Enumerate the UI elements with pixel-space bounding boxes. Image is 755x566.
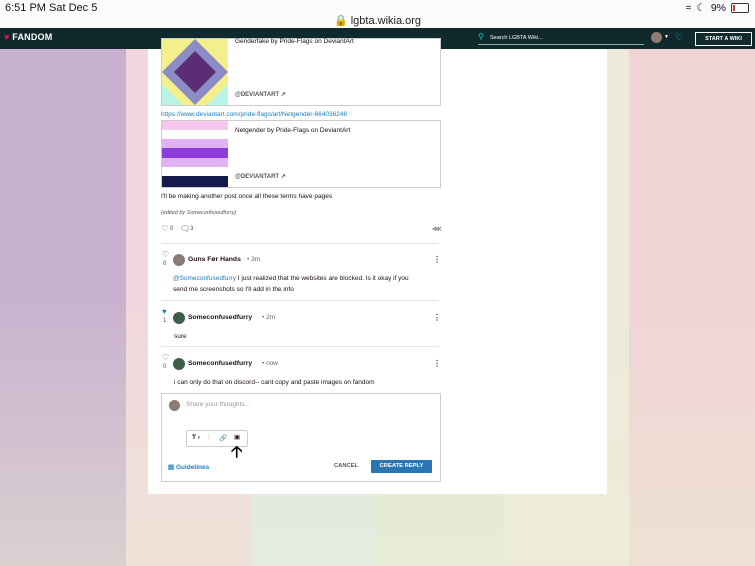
start-wiki-button[interactable]: START A WIKI — [695, 32, 752, 46]
more-options-icon[interactable]: ⋮ — [433, 359, 441, 368]
right-rail — [457, 49, 607, 494]
url-text: lgbta.wikia.org — [350, 15, 422, 27]
arrow-annotation-icon: 🡡 — [231, 444, 243, 461]
reply-username[interactable]: Someconfusedfurry — [188, 360, 252, 367]
more-options-icon[interactable]: ⋮ — [433, 255, 441, 264]
card-source: @DEVIANTART ↗ — [235, 174, 286, 180]
genderfake-flag-thumbnail — [162, 39, 228, 105]
card-title: Netgender by Pride-Flags on DeviantArt — [235, 127, 351, 134]
reply-username[interactable]: Guns Før Hands — [188, 256, 241, 263]
like-count: 0 — [170, 226, 174, 232]
guidelines-link[interactable]: ▤ Guidelines — [168, 463, 209, 471]
wifi-icon: ≈ — [685, 2, 692, 14]
reply-time: • now — [262, 360, 279, 367]
create-reply-button[interactable]: CREATE REPLY — [371, 460, 432, 473]
reply-like-count: 0 — [163, 364, 167, 370]
link-preview-card[interactable]: Netgender by Pride-Flags on DeviantArt @… — [161, 120, 441, 188]
link-preview-card[interactable]: Genderfake by Pride-Flags on DeviantArt … — [161, 38, 441, 106]
reply-time: • 3m — [247, 256, 261, 263]
status-time: 6:51 PM Sat Dec 5 — [5, 2, 98, 14]
text-format-icon[interactable]: T › — [192, 434, 200, 441]
search-icon: ⚲ — [478, 32, 484, 41]
reply-input[interactable]: Share your thoughts... — [186, 401, 250, 408]
user-mention[interactable]: @Someconfusedfurry — [173, 275, 236, 282]
post-body: I'll be making another post once all the… — [161, 193, 333, 200]
search-input[interactable]: ⚲ Search LGBTA Wiki... — [478, 32, 644, 45]
status-bar: 6:51 PM Sat Dec 5 🔒 lgbta.wikia.org ≈ ☾ … — [0, 0, 755, 28]
avatar[interactable] — [173, 254, 185, 266]
reply-like-count: 1 — [163, 318, 167, 324]
cancel-button[interactable]: CANCEL — [334, 463, 358, 469]
card-source: @DEVIANTART ↗ — [235, 92, 286, 98]
heart-logo-icon: ♥ — [4, 32, 10, 42]
more-options-icon[interactable]: ⋮ — [433, 313, 441, 322]
divider — [161, 346, 439, 347]
status-icons: ≈ ☾ 9% — [686, 2, 749, 14]
netgender-flag-thumbnail — [162, 121, 228, 187]
post-link[interactable]: https://www.deviantart.com/pride-flags/a… — [161, 111, 347, 118]
card-title: Genderfake by Pride-Flags on DeviantArt — [235, 38, 354, 45]
reply-text: sure — [174, 333, 187, 340]
reply-text: i can only do that on discord-- cant cop… — [174, 379, 375, 386]
divider — [161, 300, 439, 301]
external-link-icon: ↗ — [280, 92, 286, 98]
link-icon[interactable]: 🔗 — [219, 434, 227, 442]
chevron-down-icon[interactable]: ▼ — [664, 34, 669, 40]
toolbar-separator: | — [208, 433, 210, 440]
heart-icon[interactable]: ♡ — [162, 353, 169, 362]
reply-time: • 2m — [262, 314, 276, 321]
heart-icon[interactable]: ♡ — [162, 250, 169, 259]
user-avatar[interactable] — [651, 32, 662, 43]
avatar — [169, 400, 180, 411]
heart-filled-icon[interactable]: ♥ — [162, 307, 167, 316]
comment-icon[interactable]: 🗨 — [180, 224, 190, 233]
search-placeholder: Search LGBTA Wiki... — [490, 35, 543, 41]
edited-note: (edited by Someconfusedfurry) — [161, 210, 237, 216]
divider — [161, 243, 439, 244]
reply-text-line2: send me screenshots so I'll add in the i… — [173, 286, 294, 293]
avatar[interactable] — [173, 358, 185, 370]
battery-percent: 9% — [710, 2, 726, 14]
external-link-icon: ↗ — [280, 174, 286, 180]
reply-text: @Someconfusedfurry I just realized that … — [173, 275, 409, 282]
reply-count: 3 — [190, 226, 194, 232]
image-icon[interactable]: ▣ — [234, 433, 240, 441]
battery-icon — [731, 3, 749, 13]
moon-icon: ☾ — [696, 2, 706, 14]
heart-icon[interactable]: ♡ — [161, 224, 168, 233]
reply-like-count: 0 — [163, 261, 167, 267]
url-bar[interactable]: 🔒 lgbta.wikia.org — [0, 14, 755, 27]
avatar[interactable] — [173, 312, 185, 324]
bell-icon[interactable]: ♡ — [675, 32, 683, 43]
share-icon[interactable]: ⋘ — [432, 225, 442, 233]
reply-username[interactable]: Someconfusedfurry — [188, 314, 252, 321]
guidelines-icon: ▤ — [168, 464, 175, 471]
fandom-logo[interactable]: ♥ FANDOM — [4, 32, 52, 42]
